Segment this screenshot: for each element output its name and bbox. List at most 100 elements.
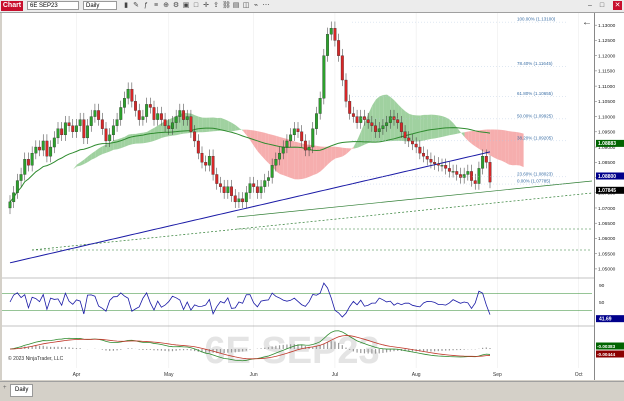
candle-body <box>23 159 27 175</box>
candle-body <box>285 140 289 148</box>
add-tab-button[interactable]: + <box>3 385 7 391</box>
month-label: May <box>164 372 174 378</box>
share-icon[interactable]: ⇪ <box>212 2 220 10</box>
ichimoku-cloud-segment <box>194 115 199 133</box>
price-axis[interactable]: 1.13000 1.12500 1.12000 1.11500 1.11000 1.105… <box>594 13 624 380</box>
crosshair-icon[interactable]: ✛ <box>202 2 210 10</box>
ichimoku-cloud-segment <box>128 133 133 146</box>
candle-body <box>488 162 492 183</box>
ichimoku-cloud-segment <box>239 128 243 131</box>
chart-trader-icon[interactable]: ▣ <box>182 2 190 10</box>
price-badge-label: 1.07845 <box>598 188 616 194</box>
ichimoku-cloud-segment <box>327 146 332 165</box>
candle-body <box>75 125 78 132</box>
candle-body <box>311 128 315 148</box>
candle-body <box>440 165 444 167</box>
candle-body <box>60 128 64 136</box>
zoom-icon[interactable]: ⊕ <box>162 2 170 10</box>
strategy-icon[interactable]: ≡ <box>152 2 160 10</box>
candle-body <box>237 198 241 203</box>
ichimoku-cloud-segment <box>139 132 144 144</box>
candle-body <box>281 146 285 154</box>
maximize-icon[interactable]: □ <box>598 2 606 10</box>
data-box-icon[interactable]: □ <box>192 2 200 10</box>
candle-body <box>337 40 341 56</box>
candle-body <box>407 137 411 142</box>
indicators-icon[interactable]: ƒ <box>142 2 150 10</box>
attach-icon[interactable]: ⌁ <box>252 2 260 10</box>
candle-body <box>396 119 400 123</box>
candle-body <box>447 168 451 172</box>
properties-icon[interactable]: ⚙ <box>172 2 180 10</box>
ichimoku-cloud-segment <box>246 129 251 141</box>
price-tick-label: 1.11000 <box>598 84 615 90</box>
ichimoku-cloud-segment <box>80 159 85 166</box>
ichimoku-cloud-segment <box>427 114 432 140</box>
ichimoku-cloud-segment <box>457 127 461 134</box>
candle-body <box>270 165 274 178</box>
candle-body <box>278 152 281 160</box>
candle-body <box>49 146 53 157</box>
ichimoku-cloud-segment <box>220 117 225 131</box>
candle-body <box>307 146 311 151</box>
drawing-tool-icon[interactable]: ✎ <box>132 2 140 10</box>
candle-body <box>414 143 418 148</box>
candle-body <box>71 125 75 132</box>
ichimoku-cloud-segment <box>464 131 469 141</box>
chart-panel[interactable]: 6E SEP23 100.00% (1.13100) 78.40% (1.1164… <box>2 13 594 380</box>
ichimoku-cloud-segment <box>250 130 255 147</box>
candle-body <box>156 113 160 120</box>
ichimoku-cloud-segment <box>265 132 269 164</box>
fib-level-label: 100.00% (1.13100) <box>517 17 556 22</box>
candle-body <box>185 116 189 120</box>
ichimoku-cloud-segment <box>434 114 439 139</box>
candle-body <box>326 34 329 56</box>
ichimoku-cloud-segment <box>87 153 92 163</box>
ichimoku-cloud-segment <box>91 151 96 160</box>
ichimoku-cloud-segment <box>242 129 247 136</box>
scroll-back-arrow-icon[interactable]: ← <box>582 17 592 28</box>
price-badge-label: 1.08800 <box>598 174 616 180</box>
ichimoku-cloud-segment <box>121 136 125 149</box>
month-label: Aug <box>412 372 421 378</box>
candle-body <box>111 125 115 136</box>
candle-body <box>351 113 355 117</box>
candle-body <box>100 119 104 129</box>
snapshot-icon[interactable]: ◫ <box>242 2 250 10</box>
ichimoku-cloud-segment <box>117 138 122 150</box>
close-button[interactable]: ✕ <box>613 1 622 10</box>
rsi-line <box>9 282 491 318</box>
candle-body <box>436 163 440 166</box>
ichimoku-cloud-segment <box>135 133 140 144</box>
macd-badge-label: -0.00444 <box>597 352 616 357</box>
link-icon[interactable]: ⛓ <box>222 2 231 10</box>
ichimoku-cloud-segment <box>357 131 362 148</box>
tab-daily[interactable]: Daily <box>10 384 34 397</box>
candle-body <box>226 186 230 193</box>
price-tick-label: 1.06000 <box>598 236 616 242</box>
minimize-icon[interactable]: – <box>586 2 594 10</box>
price-tick-label: 1.09500 <box>598 130 616 136</box>
candle-body <box>318 98 322 114</box>
candle-body <box>259 186 263 193</box>
ichimoku-cloud-segment <box>290 140 295 180</box>
instrument-selector[interactable]: 6E SEP23 <box>27 1 79 10</box>
template-icon[interactable]: ▤ <box>232 2 240 10</box>
price-badge-label: 1.08883 <box>598 141 616 147</box>
copyright-label: © 2023 NinjaTrader, LLC <box>8 355 64 362</box>
candle-body <box>466 171 470 175</box>
fib-level-label: 23.60% (1.08023) <box>517 171 553 176</box>
more-icon[interactable]: ⋯ <box>262 2 270 10</box>
rsi-badge-label: 41.69 <box>599 316 612 322</box>
candle-body <box>8 201 12 209</box>
bar-style-icon[interactable]: ▮ <box>122 2 130 10</box>
ichimoku-cloud-segment <box>453 123 458 135</box>
ichimoku-cloud-segment <box>335 146 339 159</box>
ichimoku-cloud-segment <box>501 129 506 163</box>
candle-body <box>145 104 149 117</box>
candle-body <box>174 116 178 123</box>
title-bar: Chart 6E SEP23 Daily ▮ ✎ ƒ ≡ ⊕ ⚙ ▣ □ ✛ ⇪… <box>0 0 624 13</box>
price-tick-label: 1.06500 <box>598 221 616 227</box>
period-selector[interactable]: Daily <box>83 1 117 10</box>
chart-canvas[interactable]: 6E SEP23 100.00% (1.13100)78.40% (1.1164… <box>2 13 594 380</box>
